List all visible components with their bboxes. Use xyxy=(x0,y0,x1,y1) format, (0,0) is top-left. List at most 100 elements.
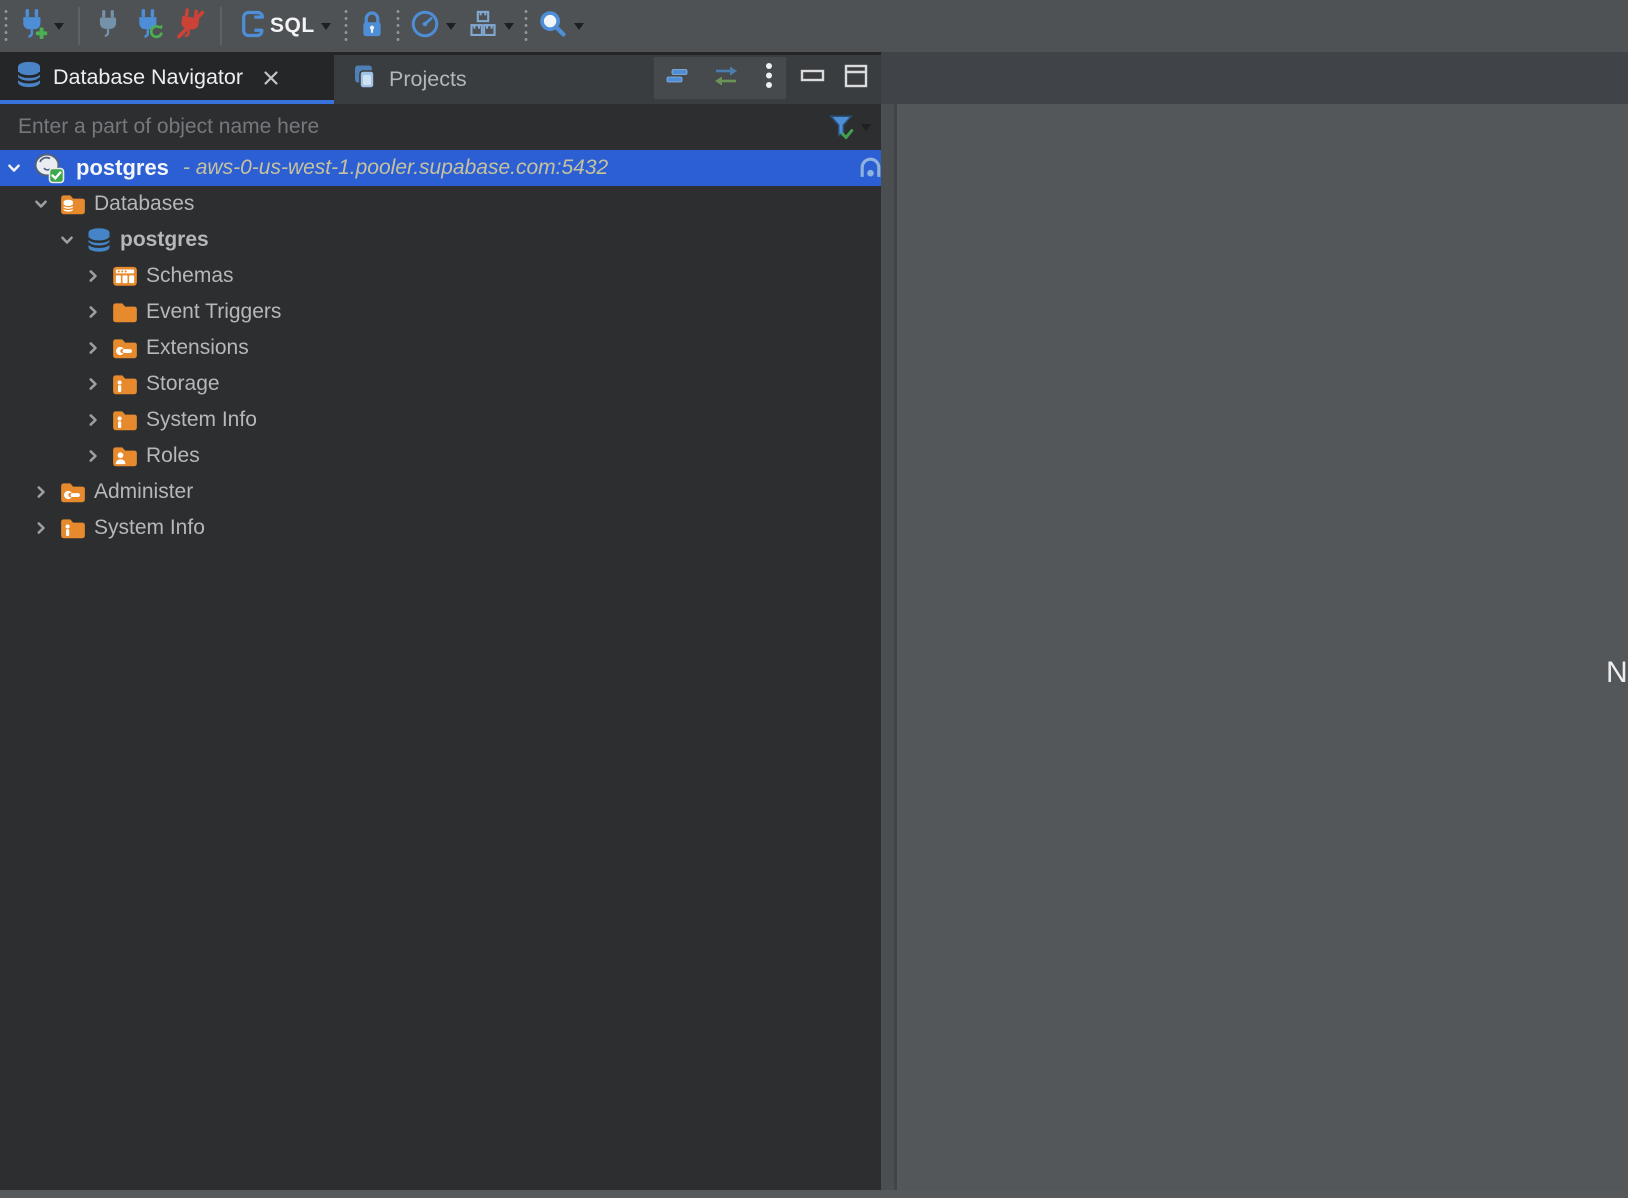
tree-item-label: Schemas xyxy=(146,264,234,288)
main-toolbar: SQL xyxy=(0,0,1628,52)
sql-editor-button[interactable]: SQL xyxy=(232,4,337,48)
tree-item-label: Storage xyxy=(146,372,220,396)
chevron-down-icon[interactable] xyxy=(6,160,32,176)
database-icon xyxy=(85,226,115,254)
toolbar-separator xyxy=(220,7,222,45)
dashboard-icon xyxy=(410,9,440,44)
truncated-editor-text: N xyxy=(1606,656,1628,690)
schemas-icon xyxy=(111,263,141,289)
filter-funnel-button[interactable] xyxy=(827,113,881,141)
object-filter-row xyxy=(0,104,881,150)
packages-button[interactable] xyxy=(462,4,520,48)
dropdown-arrow-icon[interactable] xyxy=(504,23,514,30)
dropdown-arrow-icon[interactable] xyxy=(861,124,871,131)
tree-item-storage[interactable]: Storage xyxy=(0,366,881,402)
tree-item-roles[interactable]: Roles xyxy=(0,438,881,474)
toolbar-grip-handle[interactable] xyxy=(3,8,9,44)
editor-tabstrip-empty xyxy=(881,52,1628,104)
chevron-right-icon[interactable] xyxy=(85,376,111,392)
folder-user-icon xyxy=(111,443,141,469)
connection-name: postgres xyxy=(76,155,169,181)
tab-label: Projects xyxy=(389,67,467,92)
dbeaver-window: SQL xyxy=(0,0,1628,1198)
tunnel-icon xyxy=(857,154,884,187)
close-icon[interactable] xyxy=(262,69,280,87)
tree-item-label: Roles xyxy=(146,444,200,468)
connect-button[interactable] xyxy=(88,4,128,48)
tree-item-label: Extensions xyxy=(146,336,249,360)
tab-label: Database Navigator xyxy=(53,65,243,90)
lock-navigator-button[interactable] xyxy=(352,4,392,48)
disconnect-button[interactable] xyxy=(170,4,212,48)
tree-item-label: System Info xyxy=(94,516,205,540)
collapse-all-icon[interactable] xyxy=(665,64,689,93)
reconnect-button[interactable] xyxy=(128,4,170,48)
dropdown-arrow-icon[interactable] xyxy=(574,23,584,30)
link-with-editor-icon[interactable] xyxy=(712,63,740,94)
tree-item-event-triggers[interactable]: Event Triggers xyxy=(0,294,881,330)
search-button[interactable] xyxy=(532,4,590,48)
tree-item-administer[interactable]: Administer xyxy=(0,474,881,510)
tree-item-label: System Info xyxy=(146,408,257,432)
folder-wrench-icon xyxy=(111,335,141,361)
search-icon xyxy=(538,9,568,44)
filter-funnel-icon xyxy=(827,113,855,141)
projects-icon xyxy=(352,63,380,97)
tab-projects[interactable]: Projects xyxy=(334,55,481,104)
reconnect-icon xyxy=(134,8,164,45)
editor-area: N xyxy=(897,104,1628,1190)
chevron-right-icon[interactable] xyxy=(33,520,59,536)
database-navigator-panel: postgres - aws-0-us-west-1.pooler.supaba… xyxy=(0,104,881,1190)
tree-item-databases[interactable]: Databases xyxy=(0,186,881,222)
dropdown-arrow-icon[interactable] xyxy=(321,23,331,30)
toolbar-separator xyxy=(78,7,80,45)
folder-info-icon xyxy=(59,515,89,541)
sql-editor-icon xyxy=(238,9,266,44)
lock-icon xyxy=(358,9,386,44)
folder-icon xyxy=(111,299,141,325)
new-connection-button[interactable] xyxy=(12,4,70,48)
disconnect-icon xyxy=(176,8,206,45)
dropdown-arrow-icon[interactable] xyxy=(54,23,64,30)
tab-database-navigator[interactable]: Database Navigator xyxy=(0,55,334,104)
chevron-right-icon[interactable] xyxy=(85,448,111,464)
toolbar-grip-handle[interactable] xyxy=(523,8,529,44)
tree-item-postgres-database[interactable]: postgres xyxy=(0,222,881,258)
tree-item-label: Administer xyxy=(94,480,193,504)
maximize-icon[interactable] xyxy=(843,63,869,89)
folder-info-icon xyxy=(111,371,141,397)
dashboard-button[interactable] xyxy=(404,4,462,48)
folder-wrench-icon xyxy=(59,479,89,505)
chevron-right-icon[interactable] xyxy=(33,484,59,500)
database-navigator-icon xyxy=(14,59,44,97)
tree-item-connection-postgres[interactable]: postgres - aws-0-us-west-1.pooler.supaba… xyxy=(0,150,881,186)
tree-item-system-info-root[interactable]: System Info xyxy=(0,510,881,546)
tree-item-label: Databases xyxy=(94,192,194,216)
chevron-right-icon[interactable] xyxy=(85,268,111,284)
tree-item-schemas[interactable]: Schemas xyxy=(0,258,881,294)
tree-item-label: postgres xyxy=(120,228,209,252)
panel-resize-sash[interactable] xyxy=(881,104,897,1190)
chevron-right-icon[interactable] xyxy=(85,340,111,356)
minimize-icon[interactable] xyxy=(800,63,826,87)
tree-item-system-info[interactable]: System Info xyxy=(0,402,881,438)
folder-database-icon xyxy=(59,191,89,217)
chevron-down-icon[interactable] xyxy=(33,196,59,212)
object-filter-input[interactable] xyxy=(0,115,827,139)
connect-icon xyxy=(94,9,122,44)
tree-item-label: Event Triggers xyxy=(146,300,281,324)
view-menu-icon[interactable] xyxy=(763,61,775,96)
chevron-down-icon[interactable] xyxy=(59,232,85,248)
tree-item-extensions[interactable]: Extensions xyxy=(0,330,881,366)
folder-info-icon xyxy=(111,407,141,433)
chevron-right-icon[interactable] xyxy=(85,412,111,428)
packages-icon xyxy=(468,9,498,44)
status-bar xyxy=(0,1190,1628,1198)
view-toolbar xyxy=(654,57,786,99)
toolbar-grip-handle[interactable] xyxy=(395,8,401,44)
postgresql-icon xyxy=(32,152,70,184)
new-connection-icon xyxy=(18,8,48,45)
dropdown-arrow-icon[interactable] xyxy=(446,23,456,30)
toolbar-grip-handle[interactable] xyxy=(343,8,349,44)
chevron-right-icon[interactable] xyxy=(85,304,111,320)
